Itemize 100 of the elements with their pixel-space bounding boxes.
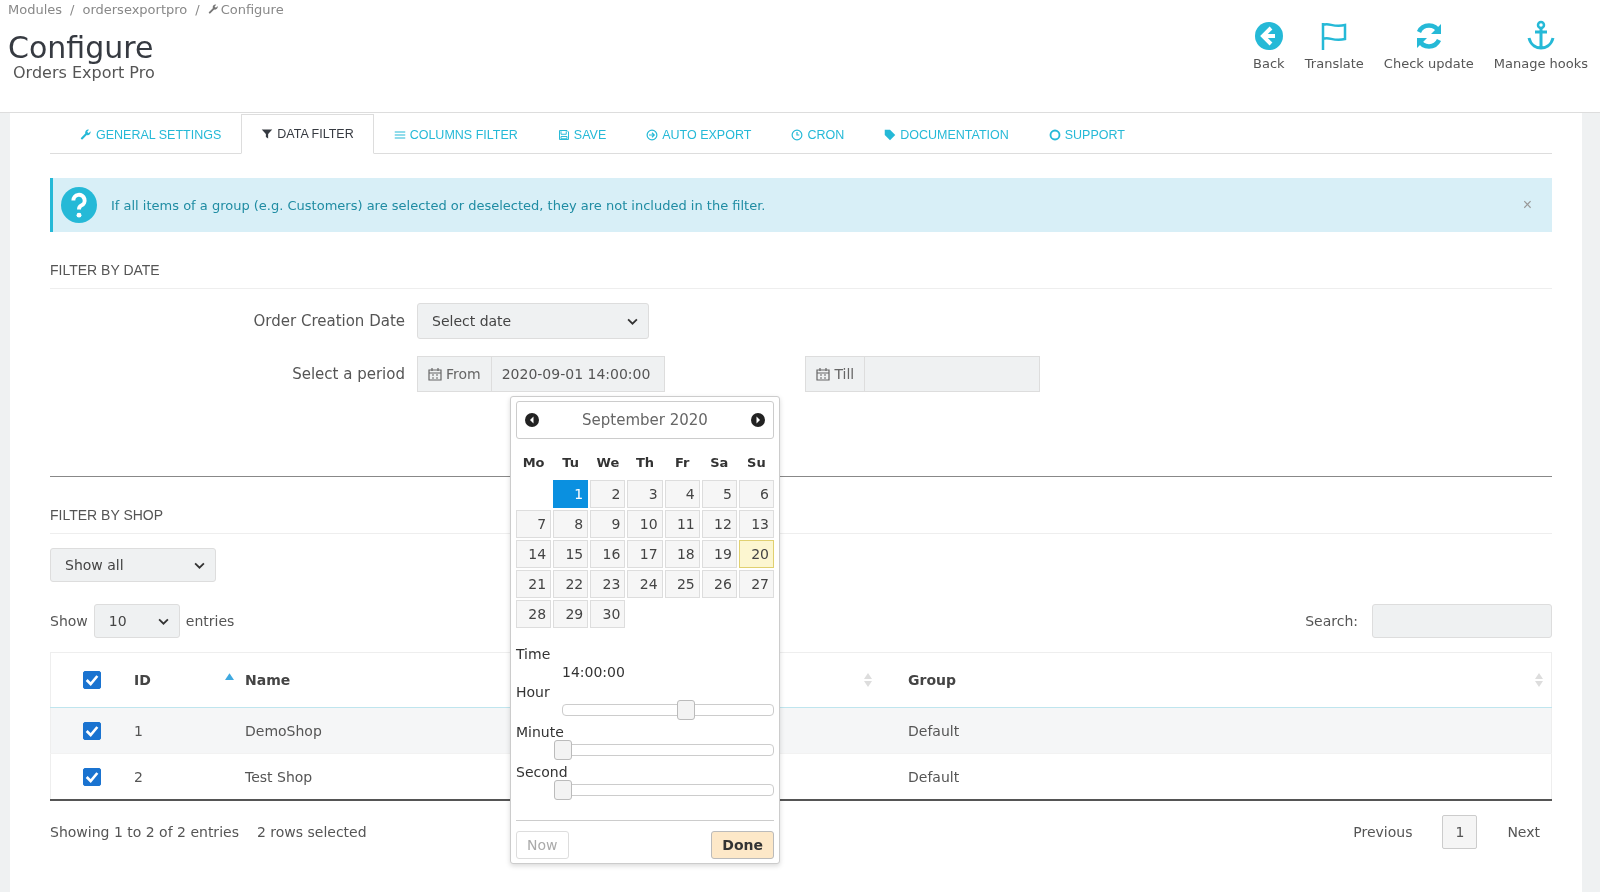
toolbar-button[interactable]: Manage hooks xyxy=(1485,20,1596,112)
date-select[interactable]: Select date xyxy=(417,303,649,339)
next-month-icon[interactable] xyxy=(751,413,765,427)
calendar-day[interactable]: 22 xyxy=(553,570,589,598)
calendar-day[interactable]: 16 xyxy=(590,540,626,568)
calendar-day[interactable]: 17 xyxy=(627,540,663,568)
page-button[interactable]: 1 xyxy=(1442,815,1478,849)
calendar-day[interactable]: 2 xyxy=(590,480,626,508)
row-checkbox[interactable] xyxy=(83,721,101,740)
page-title: Configure xyxy=(8,33,155,63)
time-value: 14:00:00 xyxy=(562,664,626,680)
sort-icon xyxy=(1535,673,1543,687)
caret-icon xyxy=(627,317,638,325)
calendar-day[interactable]: 21 xyxy=(516,570,552,598)
table-cell: Default xyxy=(908,722,960,739)
tab-icon xyxy=(884,129,897,141)
tab-icon xyxy=(261,128,274,140)
search-field[interactable] xyxy=(1372,604,1552,638)
slider-label: Minute xyxy=(516,724,565,740)
weekday-label: Su xyxy=(746,454,767,472)
caret-icon xyxy=(194,561,205,569)
calendar-day[interactable]: 30 xyxy=(590,600,626,628)
slider-track[interactable] xyxy=(554,780,774,800)
select-all-checkbox[interactable] xyxy=(83,671,101,689)
table-cell: DemoShop xyxy=(245,722,322,739)
shop-select[interactable]: Show all xyxy=(50,548,216,582)
tab-icon xyxy=(393,129,406,141)
field-label: Select a period xyxy=(291,365,406,383)
calendar-day[interactable]: 20 xyxy=(738,540,774,568)
page-subtitle: Orders Export Pro xyxy=(13,63,156,82)
calendar-day[interactable]: 27 xyxy=(738,570,774,598)
alert-message: If all items of a group (e.g. Customers) are selected or deselected, they are not included in the filter. xyxy=(111,197,767,213)
slider-track[interactable] xyxy=(554,740,774,760)
breadcrumb-separator: / xyxy=(195,2,200,17)
calendar-day[interactable]: 24 xyxy=(627,570,663,598)
toolbar-button[interactable]: Check update xyxy=(1375,20,1482,112)
calendar-day[interactable]: 25 xyxy=(664,570,700,598)
calendar-day[interactable]: 18 xyxy=(664,540,700,568)
calendar-day[interactable]: 13 xyxy=(738,510,774,538)
question-icon xyxy=(61,187,97,223)
done-button[interactable]: Done xyxy=(711,831,774,859)
sort-icon xyxy=(864,673,872,687)
calendar-day[interactable]: 26 xyxy=(701,570,737,598)
table-cell: 1 xyxy=(134,722,143,739)
next-link[interactable]: Next xyxy=(1495,816,1552,848)
breadcrumb-link[interactable]: Configure xyxy=(220,2,284,17)
wrench-icon xyxy=(207,4,219,15)
calendar-icon xyxy=(428,367,442,381)
table-info: Showing 1 to 2 of 2 entries xyxy=(50,824,239,840)
calendar-day[interactable]: 11 xyxy=(664,510,700,538)
section-heading: FILTER BY DATE xyxy=(50,262,1552,289)
calendar-day[interactable]: 28 xyxy=(516,600,552,628)
show-label: Show xyxy=(50,613,88,629)
column-header[interactable]: Name xyxy=(245,672,291,688)
calendar-day[interactable]: 29 xyxy=(553,600,589,628)
weekday-label: Fr xyxy=(673,454,691,472)
slider-thumb[interactable] xyxy=(554,740,572,760)
calendar-day[interactable]: 6 xyxy=(738,480,774,508)
month-title: September 2020 xyxy=(582,411,708,429)
previous-link[interactable]: Previous xyxy=(1341,816,1425,848)
weekday-label: Tu xyxy=(561,454,581,472)
calendar-day[interactable]: 9 xyxy=(590,510,626,538)
calendar-day[interactable]: 19 xyxy=(701,540,737,568)
slider-thumb[interactable] xyxy=(677,700,696,720)
calendar-day[interactable]: 5 xyxy=(701,480,737,508)
field-label: Order Creation Date xyxy=(252,312,406,330)
calendar-day[interactable]: 7 xyxy=(516,510,552,538)
tab-icon xyxy=(646,129,659,141)
tab-icon xyxy=(80,129,92,141)
calendar-day[interactable]: 14 xyxy=(516,540,552,568)
caret-icon xyxy=(157,617,169,625)
weekday-label: Th xyxy=(634,454,656,472)
column-header[interactable]: ID xyxy=(134,672,151,688)
weekday-label: Mo xyxy=(521,454,546,472)
search-label: Search: xyxy=(1305,613,1358,629)
breadcrumb-separator: / xyxy=(70,2,75,17)
tab[interactable]: DATA FILTER xyxy=(241,114,374,154)
toolbar-button[interactable]: Translate xyxy=(1296,20,1372,112)
weekday-label: We xyxy=(595,454,621,472)
till-date-field[interactable] xyxy=(865,356,1041,392)
calendar-day[interactable]: 3 xyxy=(627,480,663,508)
column-header[interactable]: Group xyxy=(908,672,956,688)
calendar-day[interactable]: 12 xyxy=(701,510,737,538)
time-label: Time xyxy=(516,646,552,662)
toolbar-button[interactable]: Back xyxy=(1244,20,1293,112)
weekday-label: Sa xyxy=(709,454,730,472)
calendar-day[interactable]: 8 xyxy=(553,510,589,538)
calendar-day[interactable]: 15 xyxy=(553,540,589,568)
slider-thumb[interactable] xyxy=(554,780,572,800)
calendar-day[interactable]: 23 xyxy=(590,570,626,598)
calendar-day[interactable]: 4 xyxy=(664,480,700,508)
tab-icon xyxy=(1048,129,1061,141)
from-date-field[interactable]: 2020-09-01 14:00:00 xyxy=(491,356,666,392)
previous-month-icon[interactable] xyxy=(525,413,539,427)
page-size-select[interactable]: 10 xyxy=(93,604,180,638)
breadcrumb-link[interactable]: ordersexportpro xyxy=(82,2,188,17)
selection-info: 2 rows selected xyxy=(256,824,367,840)
breadcrumb-link[interactable]: Modules xyxy=(8,2,63,17)
calendar-day[interactable]: 10 xyxy=(627,510,663,538)
row-checkbox[interactable] xyxy=(83,767,101,786)
